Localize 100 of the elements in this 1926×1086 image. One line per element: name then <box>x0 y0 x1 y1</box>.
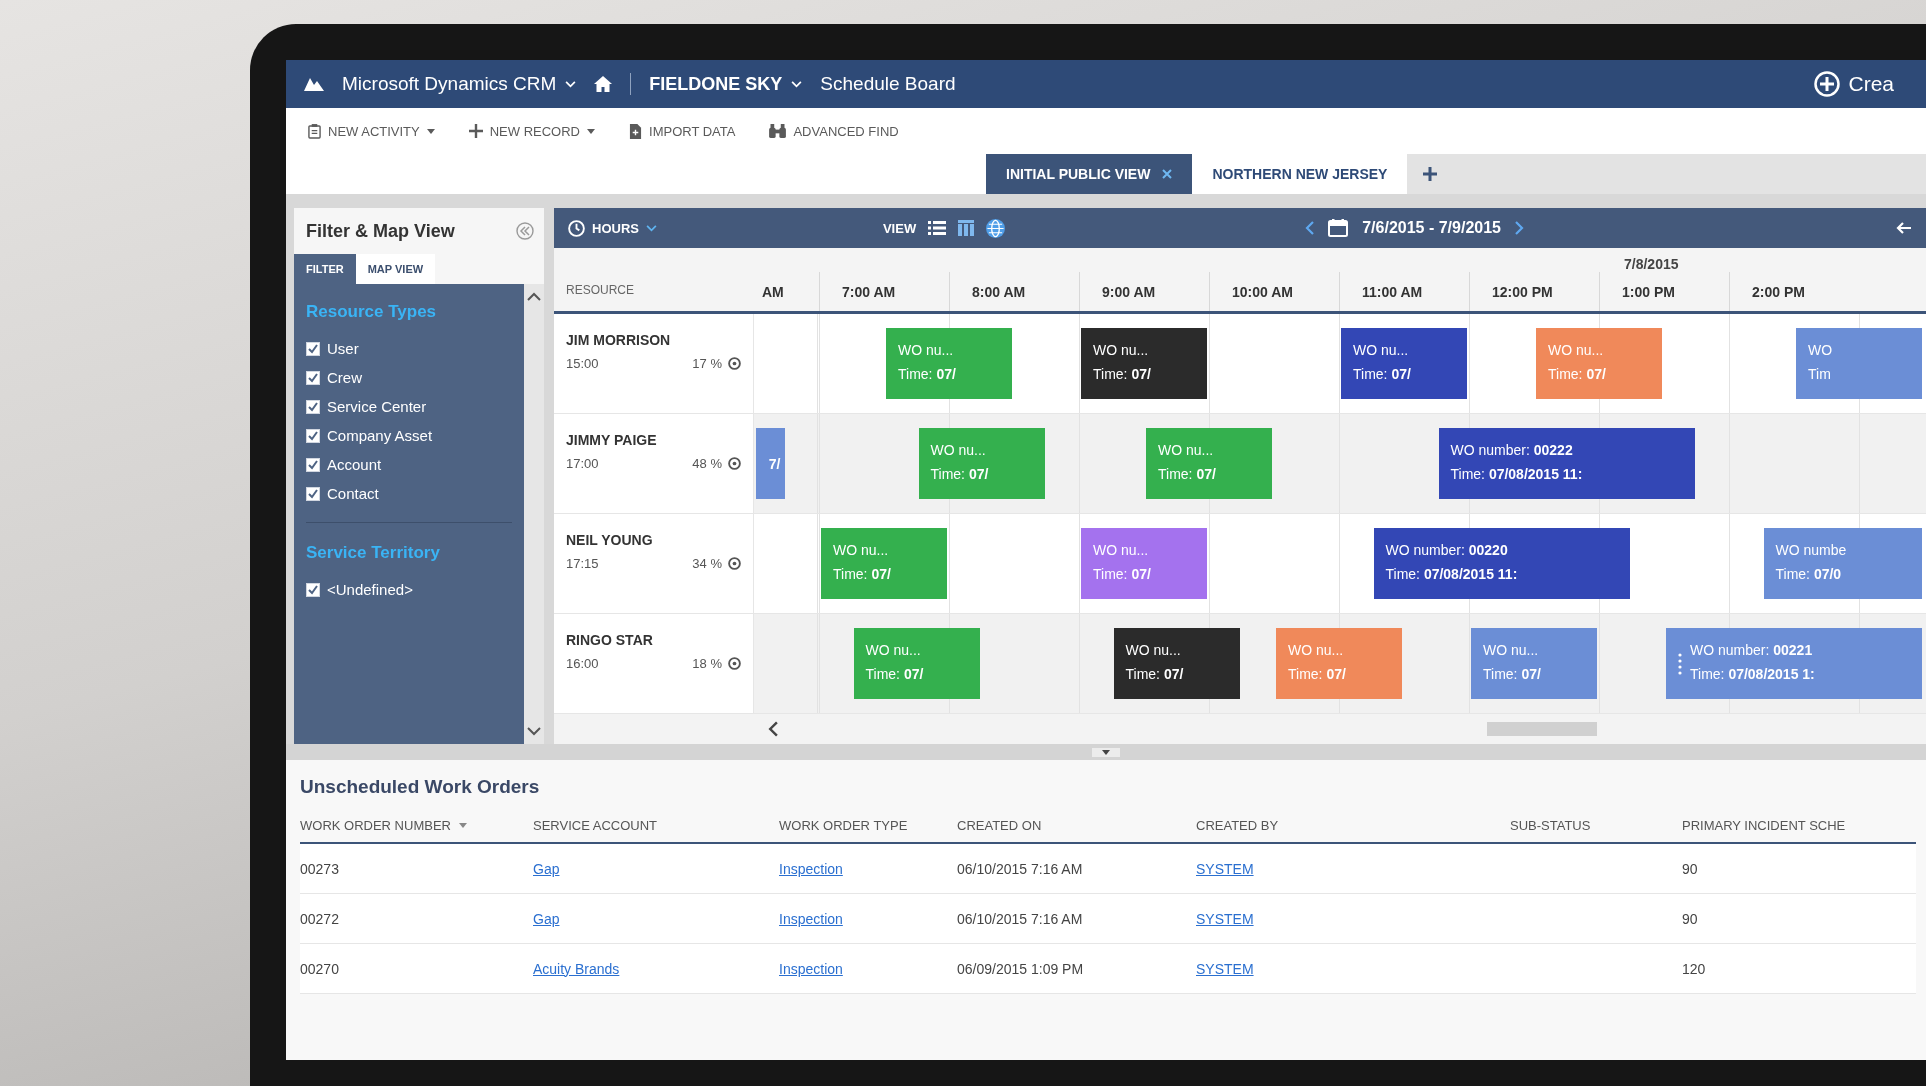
panel-title: Unscheduled Work Orders <box>300 776 540 798</box>
hour-label: 8:00 AM <box>972 283 1026 300</box>
caret-icon <box>426 128 435 134</box>
caret-icon <box>587 128 595 134</box>
home-icon[interactable] <box>594 76 613 92</box>
column-header[interactable]: WORK ORDER TYPE <box>779 817 957 833</box>
binoculars-icon <box>769 124 787 138</box>
booking-card[interactable]: WO number: 00222 Time: 07/08/2015 11: <box>1438 428 1695 499</box>
plus-icon[interactable] <box>1423 167 1438 181</box>
arrow-left-icon[interactable] <box>1896 222 1912 234</box>
calendar-icon[interactable] <box>1328 219 1349 237</box>
clock-icon <box>568 219 585 237</box>
utilization-percent: 34 % <box>692 556 722 571</box>
column-header[interactable]: CREATED BY <box>1196 817 1510 833</box>
target-icon[interactable] <box>728 357 741 370</box>
hour-label: 7:00 AM <box>842 283 896 300</box>
table-link[interactable]: Inspection <box>779 960 843 977</box>
collapse-icon[interactable] <box>516 222 534 240</box>
table-link[interactable]: SYSTEM <box>1196 960 1254 977</box>
list-icon[interactable] <box>928 221 947 235</box>
table-link[interactable]: Inspection <box>779 910 843 927</box>
booking-card[interactable]: WO nu... Time: 07/ <box>1341 328 1467 399</box>
checkbox[interactable] <box>306 428 320 443</box>
column-header: RESOURCE <box>566 283 634 297</box>
app-menu-button[interactable]: Microsoft Dynamics CRM <box>342 73 577 95</box>
command-button[interactable]: IMPORT DATA <box>629 123 736 139</box>
plus-icon <box>468 124 483 138</box>
column-header[interactable]: WORK ORDER NUMBER <box>300 817 533 833</box>
chevron-down-icon <box>791 80 803 88</box>
utilization-percent: 48 % <box>692 456 722 471</box>
option-label: Service Center <box>327 398 427 415</box>
date-range: 7/6/2015 - 7/9/2015 <box>1362 219 1501 237</box>
column-header[interactable]: CREATED ON <box>957 817 1196 833</box>
checkbox[interactable] <box>306 582 320 597</box>
resource-hours: 15:00 <box>566 356 599 371</box>
resource-hours: 17:15 <box>566 556 599 571</box>
table-cell: 06/10/2015 7:16 AM <box>957 910 1083 927</box>
panel-title: Filter & Map View <box>306 220 455 242</box>
booking-card[interactable]: WO number: 00220 Time: 07/08/2015 11: <box>1373 528 1630 599</box>
close-icon[interactable] <box>1162 169 1173 179</box>
table-link[interactable]: Inspection <box>779 860 843 877</box>
table-link[interactable]: SYSTEM <box>1196 910 1254 927</box>
option-label: Company Asset <box>327 427 433 444</box>
view-tab[interactable]: INITIAL PUBLIC VIEW <box>986 154 1193 194</box>
command-button[interactable]: NEW RECORD <box>468 123 595 139</box>
utilization-percent: 17 % <box>692 356 722 371</box>
drag-handle-icon[interactable] <box>1678 652 1682 675</box>
booking-card[interactable]: WO nu... Time: 07/ <box>1081 328 1207 399</box>
hour-label: AM <box>762 283 784 300</box>
booking-card[interactable]: WO nu... Time: 07/ <box>1113 628 1240 699</box>
chevron-down-icon[interactable] <box>527 727 541 736</box>
document-icon <box>629 123 642 139</box>
organization-menu-button[interactable]: FIELDONE SKY <box>649 73 803 95</box>
option-label: Crew <box>327 369 362 386</box>
checkbox[interactable] <box>306 370 320 385</box>
chevron-down-icon <box>645 224 657 232</box>
page-title-link[interactable]: Schedule Board <box>820 73 956 95</box>
globe-icon[interactable] <box>986 218 1006 238</box>
chevron-up-icon[interactable] <box>527 292 541 301</box>
grid-icon[interactable] <box>958 220 975 236</box>
option-label: User <box>327 340 359 357</box>
checkbox[interactable] <box>306 399 320 414</box>
plus-circle-icon <box>1814 71 1841 97</box>
table-link[interactable]: SYSTEM <box>1196 860 1254 877</box>
chevron-right-icon[interactable] <box>1514 221 1524 235</box>
scrollbar[interactable] <box>524 284 544 744</box>
panel-tab[interactable]: MAP VIEW <box>355 254 436 284</box>
table-cell: 00273 <box>300 860 339 877</box>
table-cell: 120 <box>1682 960 1706 977</box>
date-label: 7/8/2015 <box>1624 256 1679 272</box>
checkbox[interactable] <box>306 457 320 472</box>
column-header[interactable]: SERVICE ACCOUNT <box>533 817 779 833</box>
table-cell: 00272 <box>300 910 339 927</box>
create-button[interactable]: Crea <box>1814 71 1908 97</box>
command-button[interactable]: NEW ACTIVITY <box>308 123 435 139</box>
scrollbar-thumb[interactable] <box>1486 722 1597 736</box>
table-link[interactable]: Gap <box>533 910 560 927</box>
scale-dropdown[interactable]: HOURS <box>568 219 657 237</box>
table-cell: 90 <box>1682 910 1698 927</box>
table-link[interactable]: Acuity Brands <box>533 960 620 977</box>
clipboard-icon <box>308 123 321 139</box>
caret-icon[interactable] <box>1092 747 1120 757</box>
table-cell: 00270 <box>300 960 339 977</box>
resource-name: JIM MORRISON <box>566 332 672 348</box>
target-icon[interactable] <box>728 657 741 670</box>
option-label: Account <box>327 456 382 473</box>
command-button[interactable]: ADVANCED FIND <box>769 123 899 139</box>
target-icon[interactable] <box>728 557 741 570</box>
hour-label: 11:00 AM <box>1362 283 1423 300</box>
panel-tab[interactable]: FILTER <box>294 254 356 284</box>
column-header[interactable]: PRIMARY INCIDENT SCHE <box>1682 817 1916 833</box>
target-icon[interactable] <box>728 457 741 470</box>
resource-name: RINGO STAR <box>566 632 654 648</box>
hour-label: 12:00 PM <box>1492 283 1553 300</box>
checkbox[interactable] <box>306 486 320 501</box>
option-label: <Undefined> <box>327 581 413 598</box>
table-link[interactable]: Gap <box>533 860 560 877</box>
chevron-left-icon[interactable] <box>768 721 778 737</box>
resource-name: JIMMY PAIGE <box>566 432 658 448</box>
checkbox[interactable] <box>306 341 320 356</box>
